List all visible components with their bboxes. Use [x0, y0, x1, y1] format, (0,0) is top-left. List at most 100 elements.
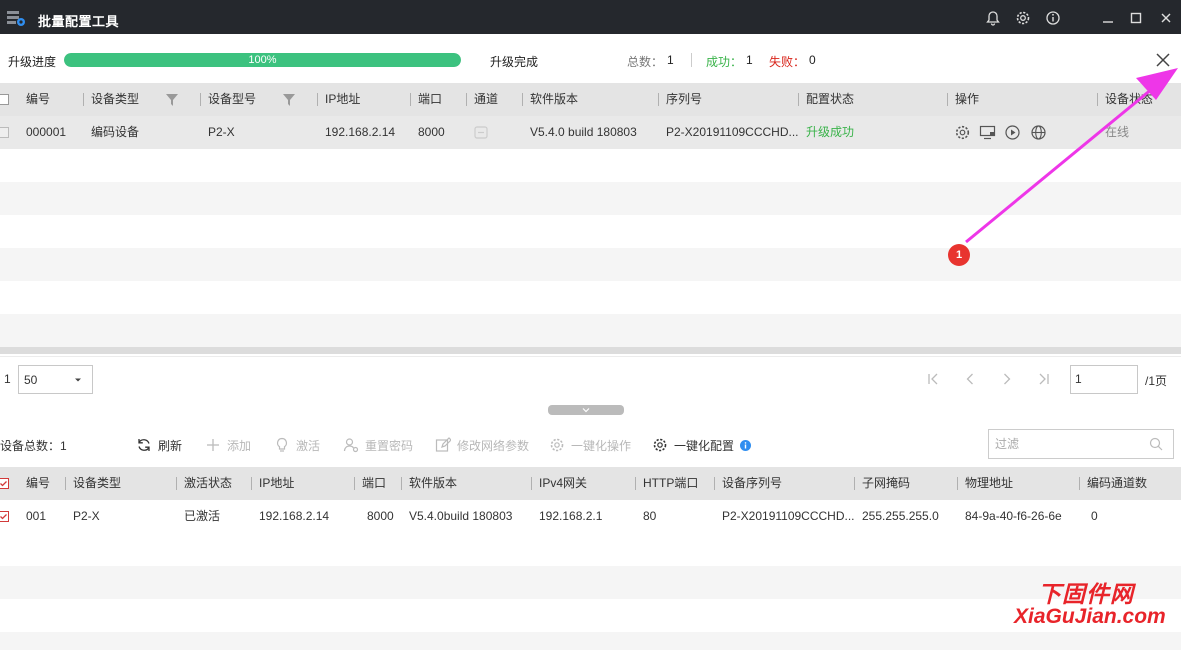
column-header[interactable]: 软件版本	[401, 467, 457, 500]
upgrade-progress-panel: 升级进度 100% 升级完成 总数： 1 成功： 1 失败： 0	[0, 34, 1181, 82]
column-header[interactable]: 配置状态	[798, 83, 854, 116]
select-all-checkbox[interactable]	[0, 478, 9, 489]
filter-input[interactable]: 过滤	[988, 429, 1174, 459]
column-header[interactable]: 序列号	[658, 83, 702, 116]
cell-version: V5.4.0build 180803	[409, 509, 513, 523]
refresh-button[interactable]: 刷新	[136, 436, 182, 454]
column-header[interactable]: HTTP端口	[635, 467, 698, 500]
activate-button[interactable]: 激活	[274, 436, 320, 454]
column-header[interactable]: 子网掩码	[854, 467, 910, 500]
cell-http-port: 80	[643, 509, 657, 523]
search-icon[interactable]	[1149, 437, 1163, 451]
cell-id: 001	[26, 509, 47, 523]
cell-config-status: 升级成功	[806, 125, 855, 139]
gear-icon	[653, 438, 667, 452]
one-key-operation-button[interactable]: 一键化操作	[549, 436, 631, 454]
column-header[interactable]: 操作	[947, 83, 979, 116]
lightbulb-icon	[276, 437, 288, 452]
close-window-icon[interactable]	[1156, 8, 1176, 28]
column-header[interactable]: 编码通道数	[1079, 467, 1147, 500]
cell-ip: 192.168.2.14	[259, 509, 330, 523]
maximize-icon[interactable]	[1126, 8, 1146, 28]
column-header[interactable]: 编号	[26, 83, 50, 116]
column-header[interactable]: 通道	[466, 83, 498, 116]
cell-activation: 已激活	[184, 509, 221, 523]
settings-gear-icon[interactable]	[1013, 8, 1033, 28]
column-header[interactable]: IP地址	[317, 83, 360, 116]
bell-icon[interactable]	[983, 8, 1003, 28]
column-header[interactable]: 设备状态	[1097, 83, 1153, 116]
record-count: 1	[4, 372, 11, 386]
cell-model: P2-X	[208, 125, 235, 139]
cell-port: 8000	[367, 509, 394, 523]
progress-status: 升级完成	[490, 55, 539, 69]
watermark-cn: 下固件网	[1038, 581, 1134, 607]
watermark-en: XiaGuJian.com	[1014, 605, 1166, 628]
progress-percent: 100%	[248, 54, 277, 66]
pagination-bar: 1 50 1 /1页	[0, 356, 1181, 404]
cell-port: 8000	[418, 125, 445, 139]
filter-icon[interactable]	[166, 94, 178, 106]
cell-channels: 0	[1091, 509, 1098, 523]
column-header[interactable]: 激活状态	[176, 467, 232, 500]
success-value: 1	[746, 53, 753, 67]
modify-network-button[interactable]: 修改网络参数	[435, 436, 529, 454]
config-gear-icon[interactable]	[954, 124, 971, 141]
panel-splitter-handle[interactable]	[548, 405, 624, 415]
row-checkbox[interactable]	[0, 127, 9, 138]
page-size-select[interactable]: 50	[18, 365, 93, 394]
first-page-icon[interactable]	[925, 371, 941, 387]
page-size-value: 50	[24, 373, 38, 387]
row-checkbox[interactable]	[0, 511, 9, 522]
reset-password-button[interactable]: 重置密码	[343, 436, 413, 454]
previous-page-icon[interactable]	[962, 371, 978, 387]
remote-screen-icon[interactable]	[979, 124, 996, 141]
column-header[interactable]: 物理地址	[957, 467, 1013, 500]
success-label: 成功：	[706, 55, 743, 69]
empty-row-stripe	[0, 248, 1181, 281]
last-page-icon[interactable]	[1036, 371, 1052, 387]
cell-device-status: 在线	[1105, 125, 1130, 139]
column-header[interactable]: 端口	[410, 83, 442, 116]
play-icon[interactable]	[1004, 124, 1021, 141]
column-header[interactable]: 编号	[26, 467, 50, 500]
web-globe-icon[interactable]	[1030, 124, 1047, 141]
info-icon[interactable]	[1043, 8, 1063, 28]
column-header[interactable]: 设备型号	[200, 83, 256, 116]
select-all-checkbox[interactable]	[0, 94, 9, 105]
stat-divider	[691, 53, 692, 67]
empty-row-stripe	[0, 566, 1181, 599]
user-key-icon	[343, 438, 359, 453]
total-label: 总数：	[627, 55, 664, 69]
column-header[interactable]: 设备类型	[65, 467, 121, 500]
plus-icon	[207, 439, 219, 451]
filter-icon[interactable]	[283, 94, 295, 106]
table-row[interactable]: 000001 编码设备 P2-X 192.168.2.14 8000 V5.4.…	[0, 116, 1181, 149]
info-icon[interactable]	[740, 439, 752, 451]
column-header[interactable]: 设备类型	[83, 83, 139, 116]
horizontal-scrollbar[interactable]	[0, 347, 1181, 354]
device-toolbar: 设备总数：1 刷新 添加 激活 重置密码 修改网络参数 一键化操作 一键化配置 …	[0, 422, 1181, 466]
add-button[interactable]: 添加	[205, 436, 251, 454]
minimize-icon[interactable]	[1098, 8, 1118, 28]
channel-icon	[474, 126, 488, 139]
column-header[interactable]: 端口	[354, 467, 386, 500]
column-header[interactable]: 软件版本	[522, 83, 578, 116]
close-progress-icon[interactable]	[1153, 50, 1173, 70]
page-number-input[interactable]: 1	[1070, 365, 1138, 394]
upgrade-table-header: 编号 设备类型 设备型号 IP地址 端口 通道 软件版本 序列号 配置状态 操作…	[0, 83, 1181, 116]
cell-id: 000001	[26, 125, 67, 139]
fail-value: 0	[809, 53, 816, 67]
one-key-config-button[interactable]: 一键化配置	[652, 436, 752, 454]
column-header[interactable]: 设备序列号	[714, 467, 782, 500]
empty-row-stripe	[0, 182, 1181, 215]
table-row[interactable]: 001 P2-X 已激活 192.168.2.14 8000 V5.4.0bui…	[0, 500, 1181, 533]
column-header[interactable]: IP地址	[251, 467, 294, 500]
cell-serial: P2-X20191109CCCHD...	[722, 509, 855, 523]
cell-mac: 84-9a-40-f6-26-6e	[965, 509, 1062, 523]
cell-ip: 192.168.2.14	[325, 125, 396, 139]
cell-device-type: P2-X	[73, 509, 100, 523]
next-page-icon[interactable]	[999, 371, 1015, 387]
column-header[interactable]: IPv4网关	[531, 467, 587, 500]
device-table-header: 编号 设备类型 激活状态 IP地址 端口 软件版本 IPv4网关 HTTP端口 …	[0, 467, 1181, 500]
